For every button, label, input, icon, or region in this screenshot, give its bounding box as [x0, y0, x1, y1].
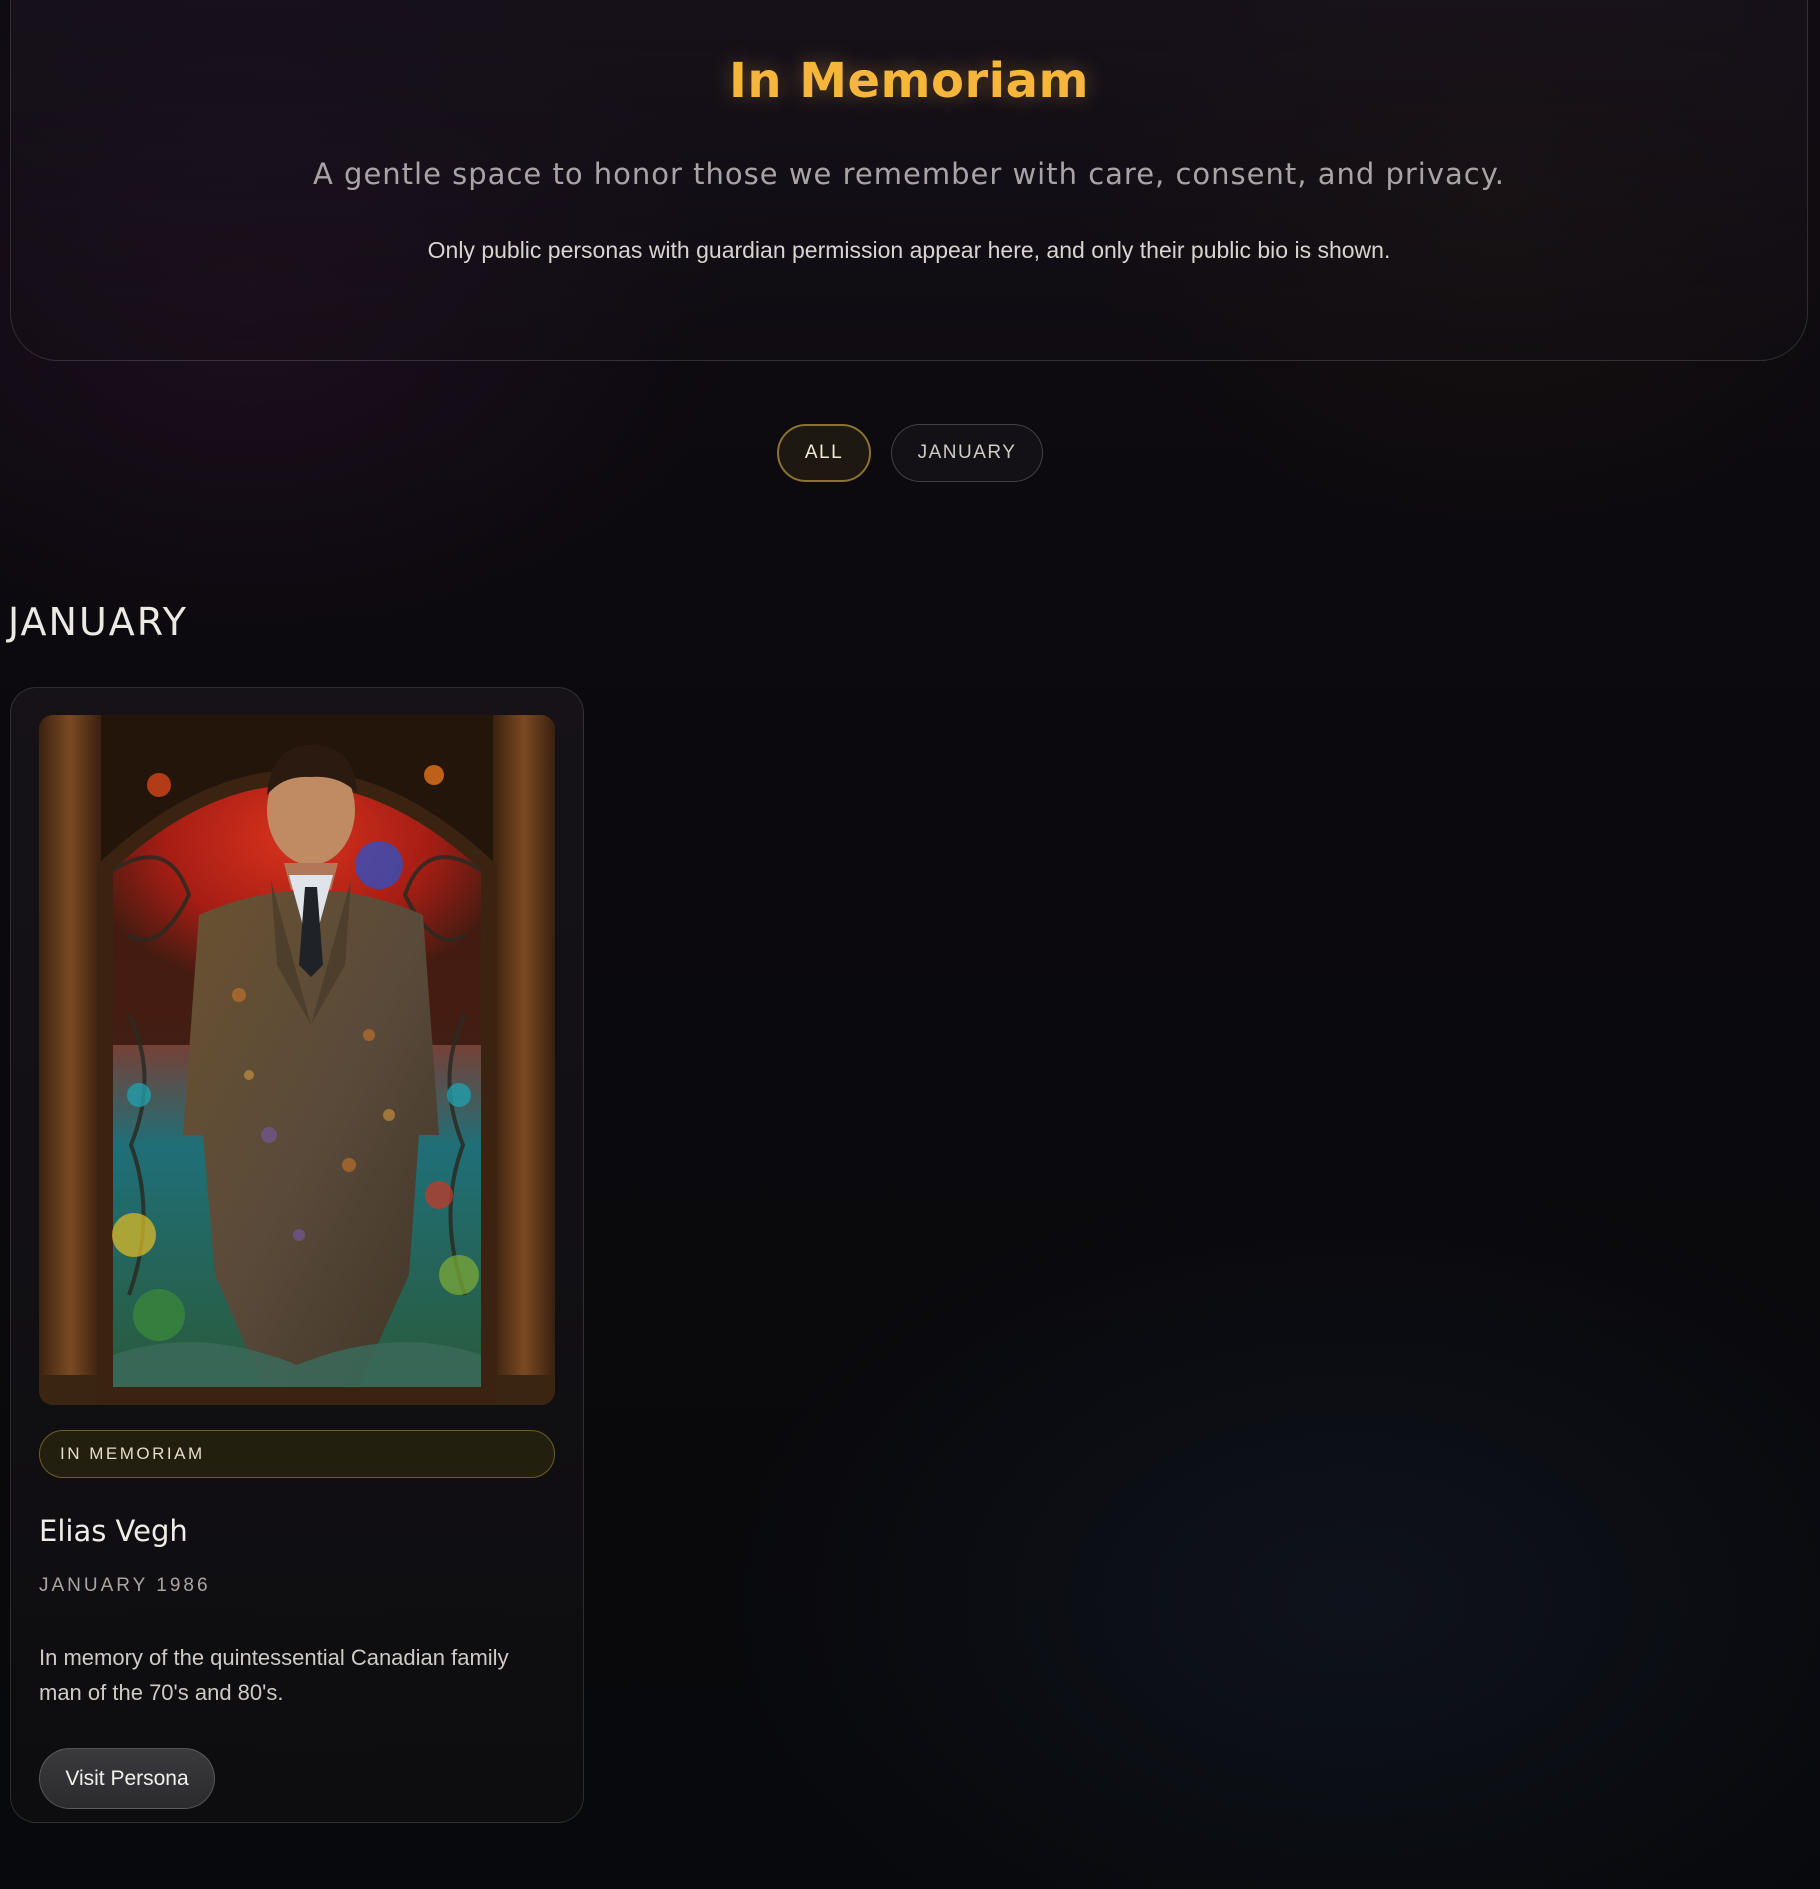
privacy-note: Only public personas with guardian permi… [427, 237, 1391, 263]
in-memoriam-badge: IN MEMORIAM [39, 1430, 555, 1478]
page: In Memoriam A gentle space to honor thos… [0, 0, 1820, 1889]
memorial-date: JANUARY 1986 [39, 1575, 211, 1596]
portrait-image [39, 715, 555, 1405]
filter-january-button[interactable]: JANUARY [891, 424, 1043, 482]
hero-panel: In Memoriam A gentle space to honor thos… [10, 0, 1808, 361]
page-title: In Memoriam [728, 53, 1090, 109]
visit-persona-button[interactable]: Visit Persona [39, 1748, 215, 1809]
person-name: Elias Vegh [39, 1514, 188, 1548]
month-filter: ALL JANUARY [0, 424, 1820, 482]
section-heading-january: JANUARY [8, 600, 188, 644]
public-bio: In memory of the quintessential Canadian… [39, 1645, 509, 1705]
memorial-card: IN MEMORIAM Elias Vegh JANUARY 1986 In m… [10, 687, 584, 1823]
filter-all-button[interactable]: ALL [777, 424, 871, 482]
page-subtitle: A gentle space to honor those we remembe… [312, 157, 1505, 191]
